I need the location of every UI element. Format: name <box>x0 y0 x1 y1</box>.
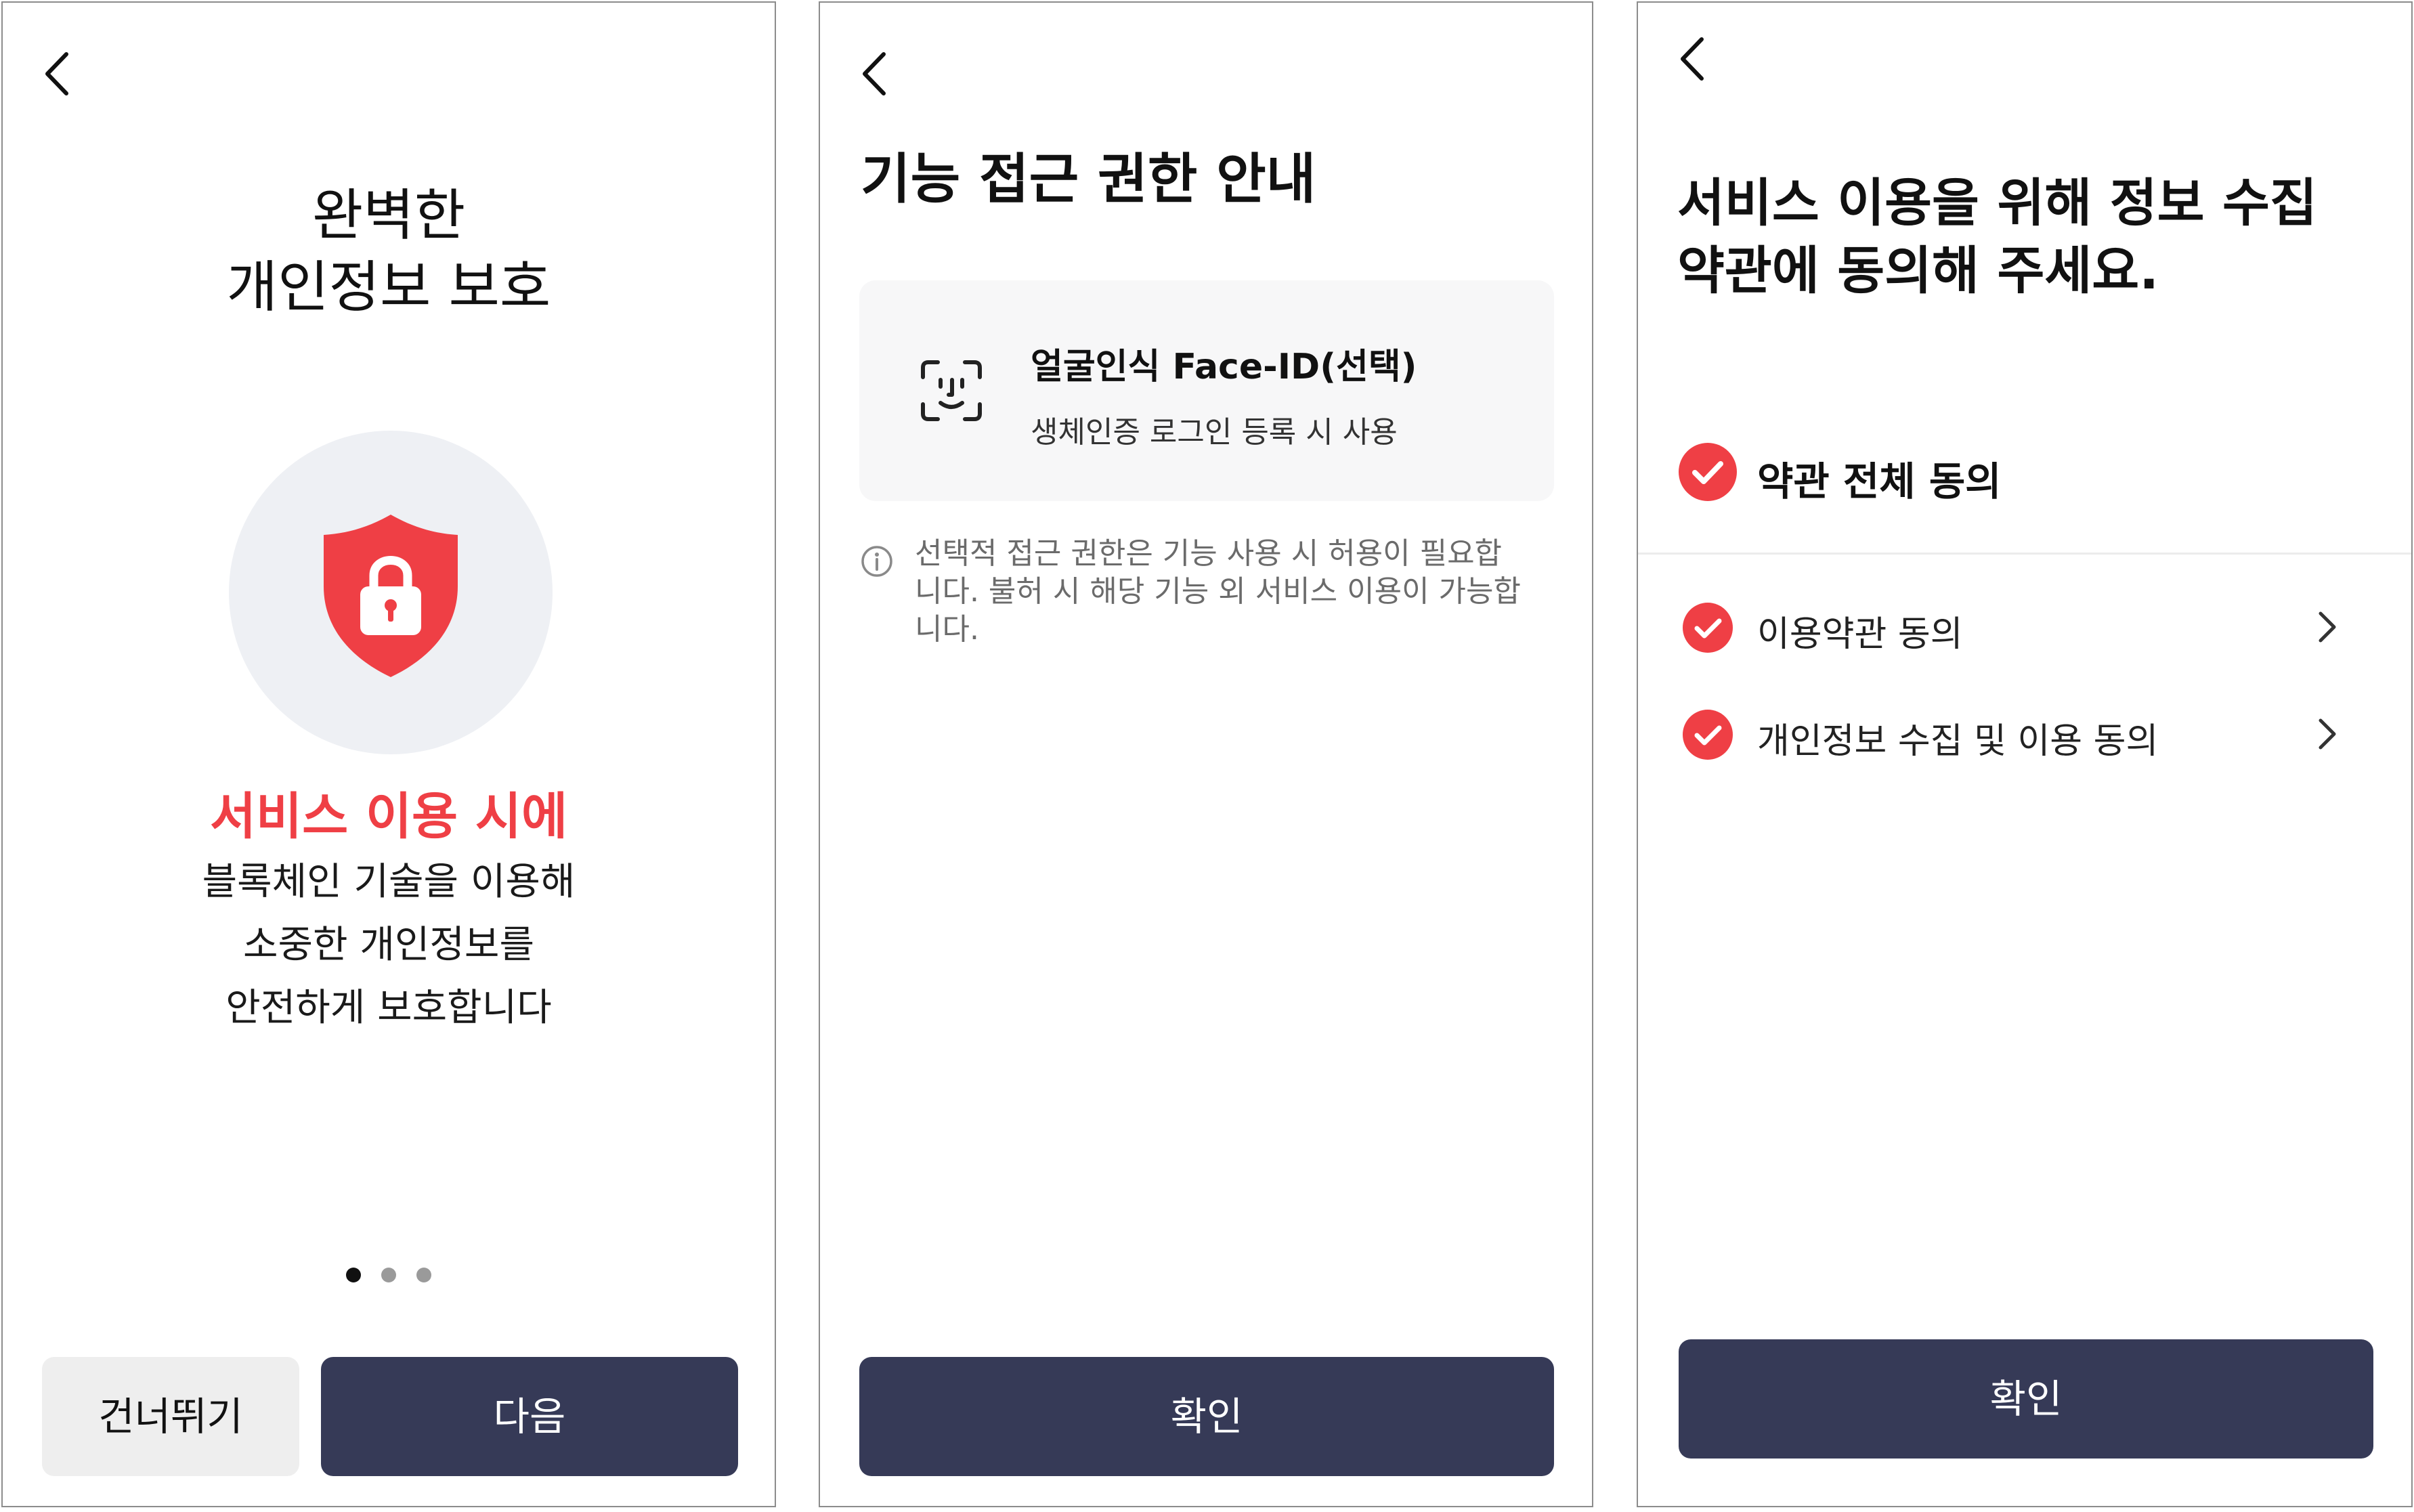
agree-item-label: 개인정보 수집 및 이용 동의 <box>1757 721 2159 762</box>
page-title: 완벽한 개인정보 보호 <box>3 180 775 324</box>
terms-of-service-row[interactable]: 이용약관 동의 <box>1638 580 2411 674</box>
check-circle-icon[interactable] <box>1683 710 1733 760</box>
description-line-3: 안전하게 보호합니다 <box>225 986 552 1030</box>
face-id-icon <box>921 360 982 421</box>
permission-description: 생체인증 로그인 등록 시 사용 <box>1031 415 1398 450</box>
chevron-right-icon[interactable] <box>2315 608 2338 646</box>
permission-card: 얼굴인식 Face-ID(선택) 생체인증 로그인 등록 시 사용 <box>859 280 1554 501</box>
chevron-right-icon[interactable] <box>2315 715 2338 753</box>
shield-illustration <box>229 431 553 754</box>
description: 블록체인 기술을 이용해 소중한 개인정보를 안전하게 보호합니다 <box>3 850 775 1039</box>
title-line-1: 완벽한 <box>311 183 466 248</box>
description-line-2: 소중한 개인정보를 <box>243 923 534 967</box>
page-indicator <box>3 1268 775 1285</box>
info-icon <box>861 546 892 577</box>
terms-agreement-screen: 서비스 이용을 위해 정보 수집 약관에 동의해 주세요. 약관 전체 동의 이… <box>1637 1 2413 1507</box>
agree-item-label: 이용약관 동의 <box>1757 614 1963 655</box>
title-line-1: 서비스 이용을 위해 정보 수집 <box>1677 173 2317 233</box>
highlight-text: 서비스 이용 시에 <box>209 787 568 846</box>
skip-button[interactable]: 건너뛰기 <box>42 1357 299 1476</box>
next-button[interactable]: 다음 <box>321 1357 738 1476</box>
agree-all-label: 약관 전체 동의 <box>1757 458 2002 504</box>
privacy-consent-row[interactable]: 개인정보 수집 및 이용 동의 <box>1638 687 2411 781</box>
confirm-button[interactable]: 확인 <box>1679 1339 2373 1459</box>
check-circle-icon[interactable] <box>1679 443 1737 501</box>
back-button[interactable] <box>42 50 72 98</box>
page-dot-2[interactable] <box>381 1268 396 1282</box>
onboarding-screen-privacy: 완벽한 개인정보 보호 서비스 이용 시에 블록체인 기술을 이용해 소중한 개… <box>1 1 776 1507</box>
page-dot-3[interactable] <box>416 1268 431 1282</box>
permission-guide-screen: 기능 접근 권한 안내 얼굴인식 Face-ID(선택) 생체인증 로그인 등록… <box>819 1 1593 1507</box>
confirm-button[interactable]: 확인 <box>859 1357 1554 1476</box>
title-line-2: 개인정보 보호 <box>226 255 551 320</box>
page-title: 서비스 이용을 위해 정보 수집 약관에 동의해 주세요. <box>1677 169 2317 305</box>
divider <box>1638 553 2411 555</box>
chevron-left-icon <box>863 52 886 95</box>
page-title: 기능 접근 권한 안내 <box>861 148 1316 211</box>
chevron-left-icon <box>1681 37 1704 81</box>
shield-lock-icon <box>324 515 458 677</box>
permission-name: 얼굴인식 Face-ID(선택) <box>1031 347 1417 387</box>
description-line-1: 블록체인 기술을 이용해 <box>202 860 576 904</box>
back-button[interactable] <box>1677 35 1707 83</box>
permission-notice: 선택적 접근 권한은 기능 사용 시 허용이 필요합니다. 불허 시 해당 기능… <box>915 536 1521 647</box>
back-button[interactable] <box>859 50 889 98</box>
title-line-2: 약관에 동의해 주세요. <box>1677 240 2159 301</box>
chevron-left-icon <box>45 52 68 95</box>
check-circle-icon[interactable] <box>1683 603 1733 653</box>
page-dot-1[interactable] <box>346 1268 361 1282</box>
